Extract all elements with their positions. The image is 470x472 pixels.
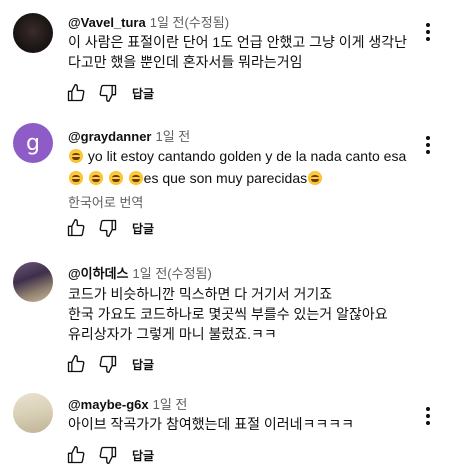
comment-actions: 답글	[62, 441, 154, 469]
grinning-sweat-emoji	[69, 149, 83, 163]
comment-actions: 답글	[62, 350, 154, 378]
reply-button[interactable]: 답글	[132, 220, 154, 237]
author-name[interactable]: @maybe-g6x	[68, 397, 149, 412]
avatar[interactable]	[13, 13, 53, 53]
thumbs-down-icon[interactable]	[94, 79, 122, 107]
comment-4: @maybe-g6x 1일 전 아이브 작곡가가 참여했는데 표절 이러네ㅋㅋㅋㅋ…	[0, 0, 470, 464]
thumbs-down-icon[interactable]	[94, 441, 122, 469]
comment-line: 한국 가요도 코드하나로 몇곳씩 부를수 있는거 알잖아요	[68, 306, 388, 322]
thumbs-up-icon[interactable]	[62, 441, 90, 469]
grinning-sweat-emoji	[108, 171, 123, 185]
comment-meta: @이하데스 1일 전(수정됨)	[68, 263, 212, 282]
comment-line: 이 사람은 표절이란 단어 1도 언급 안했고 그냥 이게 생각난	[68, 34, 408, 50]
avatar[interactable]: g	[13, 123, 53, 163]
comment-actions: 답글	[62, 214, 154, 242]
comment-line: 유리상자가 그렇게 마니 불렀죠.ㅋㅋ	[68, 326, 277, 342]
translate-link[interactable]: 한국어로 번역	[68, 192, 143, 211]
comment-line: 코드가 비슷하니깐 믹스하면 다 거기서 거기죠	[68, 286, 333, 302]
avatar[interactable]	[13, 262, 53, 302]
comment-text: yo lit estoy cantando golden y de la nad…	[68, 146, 406, 188]
thumbs-down-icon[interactable]	[94, 214, 122, 242]
timestamp[interactable]: 1일 전(수정됨)	[150, 15, 229, 30]
avatar[interactable]	[13, 393, 53, 433]
thumbs-up-icon[interactable]	[62, 79, 90, 107]
reply-button[interactable]: 답글	[132, 356, 154, 373]
comment-text: 코드가 비슷하니깐 믹스하면 다 거기서 거기죠 한국 가요도 코드하나로 몇곳…	[68, 284, 388, 344]
comment-line: es que son muy parecidas	[68, 168, 406, 188]
author-name[interactable]: @graydanner	[68, 129, 151, 144]
reply-button[interactable]: 답글	[132, 447, 154, 464]
more-vert-icon[interactable]	[416, 404, 440, 428]
timestamp[interactable]: 1일 전(수정됨)	[133, 266, 212, 281]
grinning-sweat-emoji	[128, 171, 143, 185]
author-name[interactable]: @이하데스	[68, 266, 129, 281]
more-vert-icon[interactable]	[416, 20, 440, 44]
comment-meta: @graydanner 1일 전	[68, 126, 190, 145]
grinning-sweat-emoji	[69, 171, 83, 185]
grinning-sweat-emoji	[308, 171, 323, 185]
comment-actions: 답글	[62, 79, 154, 107]
thumbs-up-icon[interactable]	[62, 350, 90, 378]
thumbs-down-icon[interactable]	[94, 350, 122, 378]
comment-line: yo lit estoy cantando golden y de la nad…	[68, 146, 406, 166]
comment-line: 다고만 했을 뿐인데 혼자서들 뭐라는거임	[68, 54, 303, 70]
timestamp[interactable]: 1일 전	[155, 129, 190, 144]
thumbs-up-icon[interactable]	[62, 214, 90, 242]
timestamp[interactable]: 1일 전	[153, 397, 188, 412]
comment-1: @Vavel_tura 1일 전(수정됨) 이 사람은 표절이란 단어 1도 언급…	[0, 0, 470, 110]
grinning-sweat-emoji	[88, 171, 103, 185]
comment-line: 아이브 작곡가가 참여했는데 표절 이러네ㅋㅋㅋㅋ	[68, 416, 355, 432]
comment-meta: @Vavel_tura 1일 전(수정됨)	[68, 12, 229, 31]
comment-meta: @maybe-g6x 1일 전	[68, 394, 187, 413]
comment-text: 이 사람은 표절이란 단어 1도 언급 안했고 그냥 이게 생각난 다고만 했을…	[68, 32, 407, 72]
author-name[interactable]: @Vavel_tura	[68, 15, 146, 30]
comment-text: 아이브 작곡가가 참여했는데 표절 이러네ㅋㅋㅋㅋ	[68, 414, 354, 434]
reply-button[interactable]: 답글	[132, 85, 154, 102]
more-vert-icon[interactable]	[416, 133, 440, 157]
